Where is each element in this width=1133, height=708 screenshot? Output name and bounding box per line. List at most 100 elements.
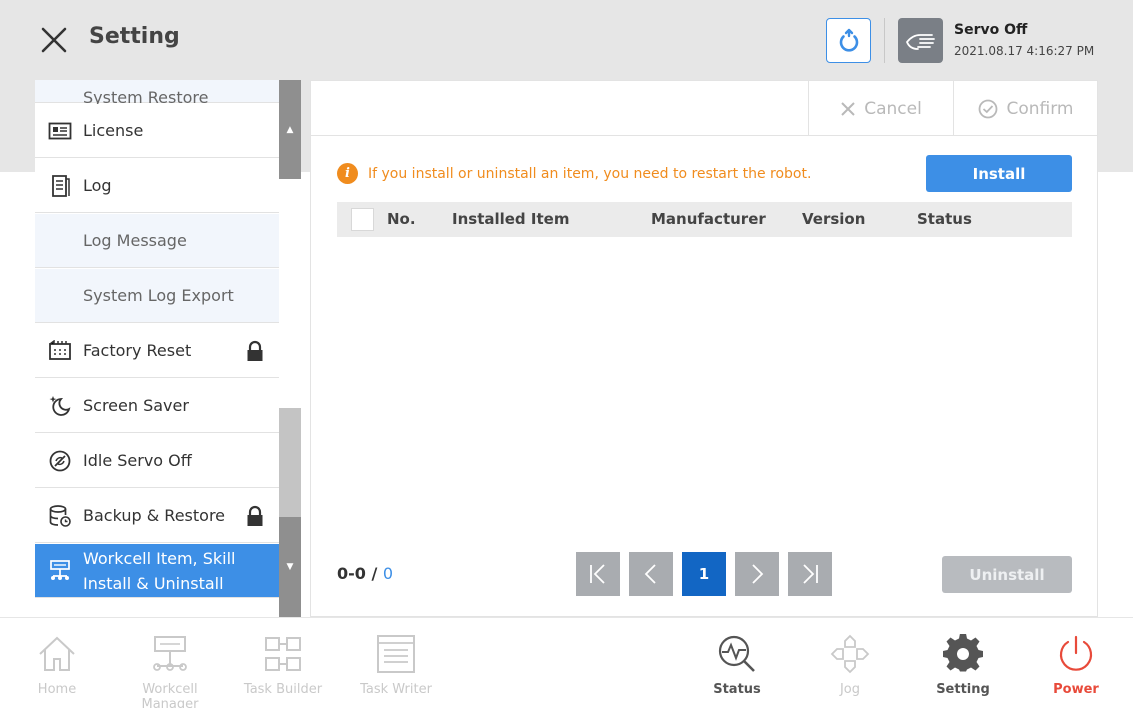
power-icon (1056, 634, 1096, 674)
header-divider (884, 18, 885, 63)
first-page-button[interactable] (576, 552, 620, 596)
chevron-left-icon (644, 564, 656, 584)
close-icon (841, 101, 855, 116)
nav-status[interactable]: Status (680, 618, 794, 708)
bottom-nav: Home Workcell Manager Task Builder Task … (0, 617, 1133, 708)
log-icon (48, 174, 72, 198)
menu-item-label: License (83, 121, 144, 140)
refresh-icon (839, 28, 858, 52)
status-icon (717, 634, 757, 674)
menu-item-label: Idle Servo Off (83, 451, 192, 470)
last-page-button[interactable] (788, 552, 832, 596)
menu-item-system-restore[interactable]: System Restore (35, 80, 279, 107)
notice-text: If you install or uninstall an item, you… (368, 165, 812, 182)
nav-label: Task Builder (243, 682, 323, 697)
refresh-button[interactable] (826, 18, 871, 63)
menu-scrollbar[interactable]: ▲ ▼ (279, 80, 301, 617)
menu-item-factory-reset[interactable]: Factory Reset (35, 324, 279, 378)
hand-icon (905, 33, 935, 50)
settings-menu: System Restore License Log Log Message S… (35, 80, 279, 617)
confirm-label: Confirm (1006, 98, 1074, 119)
count-range: 0-0 (337, 564, 366, 583)
scroll-thumb[interactable] (279, 408, 301, 517)
menu-item-idle-servo-off[interactable]: Idle Servo Off (35, 434, 279, 488)
select-all-checkbox[interactable] (351, 208, 374, 231)
nav-label: Workcell Manager (141, 682, 199, 708)
cancel-button[interactable]: Cancel (808, 81, 953, 136)
nav-label: Setting (936, 682, 990, 697)
previous-page-button[interactable] (629, 552, 673, 596)
nav-setting[interactable]: Setting (906, 618, 1020, 708)
page-button-current[interactable]: 1 (682, 552, 726, 596)
menu-item-label: Backup & Restore (83, 506, 226, 525)
lock-icon (247, 340, 263, 361)
menu-item-backup-restore[interactable]: Backup & Restore (35, 489, 279, 543)
menu-item-log-message[interactable]: Log Message (35, 214, 279, 268)
scroll-up-button[interactable]: ▲ (279, 80, 301, 179)
close-button[interactable] (36, 22, 72, 58)
column-header-manufacturer: Manufacturer (651, 210, 766, 228)
moon-star-icon (48, 394, 72, 418)
task-builder-icon (263, 634, 303, 674)
nav-label: Status (713, 682, 761, 697)
nav-workcell-manager[interactable]: Workcell Manager (113, 618, 227, 708)
nav-power[interactable]: Power (1019, 618, 1133, 708)
menu-item-screen-saver[interactable]: Screen Saver (35, 379, 279, 433)
item-count: 0-0 / 0 (337, 564, 393, 583)
task-writer-icon (376, 634, 416, 674)
menu-item-workcell-install[interactable]: Workcell Item, Skill Install & Uninstall (35, 544, 279, 598)
menu-item-label: Screen Saver (83, 396, 189, 415)
close-icon (41, 27, 67, 53)
check-circle-icon (979, 99, 998, 118)
triangle-down-icon: ▼ (286, 562, 294, 572)
workcell-manager-icon (150, 634, 190, 674)
count-total: 0 (382, 564, 394, 583)
column-header-status: Status (917, 210, 972, 228)
servo-button[interactable] (898, 18, 943, 63)
nav-task-builder[interactable]: Task Builder (226, 618, 340, 708)
jog-icon (830, 634, 870, 674)
nav-task-writer[interactable]: Task Writer (339, 618, 453, 708)
restart-notice: i If you install or uninstall an item, y… (337, 163, 811, 184)
nav-home[interactable]: Home (0, 618, 114, 708)
nav-label: Home (37, 682, 77, 697)
nav-jog[interactable]: Jog (793, 618, 907, 708)
scroll-down-button[interactable]: ▼ (279, 517, 301, 617)
idle-servo-icon (48, 449, 72, 473)
servo-status: Servo Off (954, 22, 1028, 38)
workcell-icon (48, 559, 72, 583)
gear-icon (943, 634, 983, 674)
nav-label: Power (1053, 682, 1099, 697)
panel-toolbar: Cancel Confirm (311, 81, 1097, 136)
column-header-version: Version (802, 210, 866, 228)
next-page-button[interactable] (735, 552, 779, 596)
count-separator: / (371, 564, 378, 583)
last-page-icon (803, 564, 818, 584)
license-icon (48, 119, 72, 143)
menu-item-log[interactable]: Log (35, 159, 279, 213)
uninstall-button[interactable]: Uninstall (942, 556, 1072, 593)
menu-item-system-log-export[interactable]: System Log Export (35, 269, 279, 323)
chevron-right-icon (752, 564, 764, 584)
menu-item-label: Log (83, 176, 112, 195)
column-header-installed-item: Installed Item (452, 210, 570, 228)
nav-label: Jog (839, 682, 861, 697)
cancel-label: Cancel (864, 98, 922, 119)
database-icon (48, 504, 72, 528)
table-header: No. Installed Item Manufacturer Version … (337, 202, 1072, 237)
install-panel: Cancel Confirm i If you install or unins… (310, 80, 1098, 617)
install-button[interactable]: Install (926, 155, 1072, 192)
nav-label: Task Writer (360, 682, 432, 697)
page-title: Setting (89, 24, 180, 49)
menu-item-label: Workcell Item, Skill Install & Uninstall (83, 548, 236, 593)
factory-reset-icon (48, 339, 72, 363)
home-icon (37, 634, 77, 674)
datetime: 2021.08.17 4:16:27 PM (954, 44, 1095, 58)
confirm-button[interactable]: Confirm (953, 81, 1098, 136)
menu-item-label: Factory Reset (83, 341, 192, 360)
lock-icon (247, 505, 263, 526)
menu-item-license[interactable]: License (35, 104, 279, 158)
first-page-icon (590, 564, 605, 584)
column-header-no: No. (387, 210, 416, 228)
triangle-up-icon: ▲ (286, 124, 294, 135)
